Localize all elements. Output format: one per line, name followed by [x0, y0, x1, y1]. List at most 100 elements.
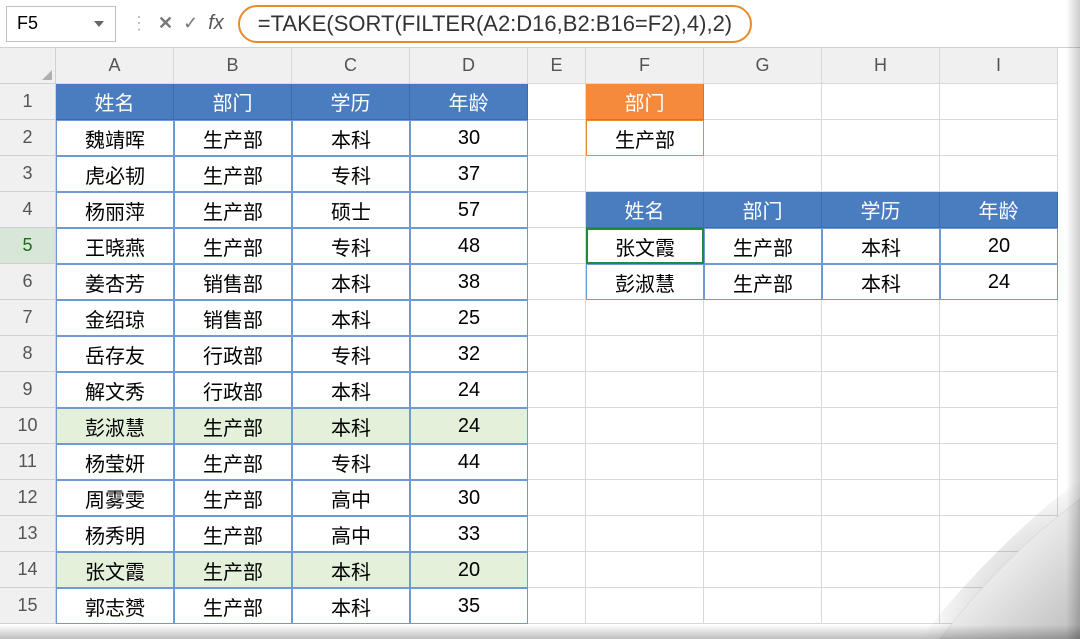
cell[interactable]: 35	[410, 588, 528, 624]
cell[interactable]	[940, 516, 1058, 552]
cell[interactable]	[940, 552, 1058, 588]
cell[interactable]	[822, 516, 940, 552]
cell[interactable]: 生产部	[174, 156, 292, 192]
cell[interactable]	[704, 336, 822, 372]
cell[interactable]: 37	[410, 156, 528, 192]
cell[interactable]: 本科	[292, 372, 410, 408]
cell[interactable]	[586, 480, 704, 516]
cell[interactable]	[822, 372, 940, 408]
col-header[interactable]: C	[292, 48, 410, 84]
cell[interactable]: 生产部	[174, 192, 292, 228]
row-header[interactable]: 9	[0, 372, 56, 408]
cell[interactable]: 王晓燕	[56, 228, 174, 264]
table-header-cell[interactable]: 部门	[174, 84, 292, 120]
cell[interactable]	[822, 156, 940, 192]
filter-header-cell[interactable]: 部门	[586, 84, 704, 120]
col-header[interactable]: B	[174, 48, 292, 84]
cell[interactable]: 周雾雯	[56, 480, 174, 516]
fx-icon[interactable]: fx	[208, 12, 224, 35]
active-cell[interactable]: 张文霞	[586, 228, 704, 264]
cell[interactable]	[586, 588, 704, 624]
cell[interactable]	[704, 552, 822, 588]
cell[interactable]	[586, 444, 704, 480]
cell[interactable]	[528, 552, 586, 588]
result-header-cell[interactable]: 姓名	[586, 192, 704, 228]
cell[interactable]	[704, 84, 822, 120]
cell[interactable]: 33	[410, 516, 528, 552]
table-header-cell[interactable]: 姓名	[56, 84, 174, 120]
select-all-corner[interactable]	[0, 48, 56, 84]
cell[interactable]: 本科	[292, 552, 410, 588]
cell[interactable]: 专科	[292, 336, 410, 372]
row-header[interactable]: 12	[0, 480, 56, 516]
cell[interactable]	[940, 408, 1058, 444]
cell[interactable]	[528, 156, 586, 192]
formula-input[interactable]: =TAKE(SORT(FILTER(A2:D16,B2:B16=F2),4),2…	[258, 11, 732, 36]
row-header[interactable]: 15	[0, 588, 56, 624]
name-box[interactable]: F5	[6, 6, 116, 42]
cell[interactable]: 杨秀明	[56, 516, 174, 552]
col-header[interactable]: I	[940, 48, 1058, 84]
cell[interactable]: 30	[410, 120, 528, 156]
cell[interactable]	[822, 120, 940, 156]
row-header[interactable]: 8	[0, 336, 56, 372]
cell[interactable]: 高中	[292, 480, 410, 516]
col-header[interactable]: F	[586, 48, 704, 84]
row-header[interactable]: 10	[0, 408, 56, 444]
cell[interactable]	[940, 444, 1058, 480]
cancel-icon[interactable]: ✕	[158, 13, 173, 34]
cell[interactable]: 生产部	[174, 228, 292, 264]
cell[interactable]	[822, 552, 940, 588]
row-header[interactable]: 4	[0, 192, 56, 228]
cell[interactable]: 专科	[292, 444, 410, 480]
cell[interactable]: 魏靖晖	[56, 120, 174, 156]
row-header[interactable]: 5	[0, 228, 56, 264]
cell[interactable]: 虎必韧	[56, 156, 174, 192]
cell[interactable]: 销售部	[174, 264, 292, 300]
cell[interactable]: 彭淑慧	[586, 264, 704, 300]
cell[interactable]	[940, 300, 1058, 336]
cell[interactable]	[528, 516, 586, 552]
cell[interactable]	[940, 372, 1058, 408]
cell[interactable]: 行政部	[174, 372, 292, 408]
cell[interactable]	[822, 300, 940, 336]
cell[interactable]: 生产部	[174, 516, 292, 552]
cell[interactable]	[940, 84, 1058, 120]
cell[interactable]	[586, 300, 704, 336]
cell[interactable]: 金绍琼	[56, 300, 174, 336]
cell[interactable]	[940, 120, 1058, 156]
cell[interactable]	[704, 444, 822, 480]
cell[interactable]	[528, 588, 586, 624]
cell[interactable]	[528, 336, 586, 372]
cell[interactable]: 杨莹妍	[56, 444, 174, 480]
cell[interactable]: 32	[410, 336, 528, 372]
cell[interactable]	[704, 480, 822, 516]
cell[interactable]	[528, 120, 586, 156]
cell[interactable]	[528, 84, 586, 120]
cell[interactable]: 20	[940, 228, 1058, 264]
cell[interactable]: 专科	[292, 156, 410, 192]
cell[interactable]	[586, 336, 704, 372]
row-header[interactable]: 13	[0, 516, 56, 552]
cell[interactable]: 本科	[822, 264, 940, 300]
cell[interactable]: 专科	[292, 228, 410, 264]
cell[interactable]: 本科	[292, 120, 410, 156]
cell[interactable]	[704, 372, 822, 408]
result-header-cell[interactable]: 学历	[822, 192, 940, 228]
cell[interactable]: 硕士	[292, 192, 410, 228]
cell[interactable]: 生产部	[174, 480, 292, 516]
result-header-cell[interactable]: 年龄	[940, 192, 1058, 228]
cell[interactable]: 解文秀	[56, 372, 174, 408]
cell[interactable]: 生产部	[174, 552, 292, 588]
cell[interactable]	[528, 192, 586, 228]
cell[interactable]: 20	[410, 552, 528, 588]
cell[interactable]: 24	[410, 408, 528, 444]
cell[interactable]	[528, 372, 586, 408]
cell[interactable]: 本科	[292, 264, 410, 300]
cell[interactable]: 24	[410, 372, 528, 408]
cell[interactable]: 张文霞	[56, 552, 174, 588]
cell[interactable]: 杨丽萍	[56, 192, 174, 228]
cell[interactable]	[528, 264, 586, 300]
cell[interactable]	[586, 156, 704, 192]
cell[interactable]: 57	[410, 192, 528, 228]
